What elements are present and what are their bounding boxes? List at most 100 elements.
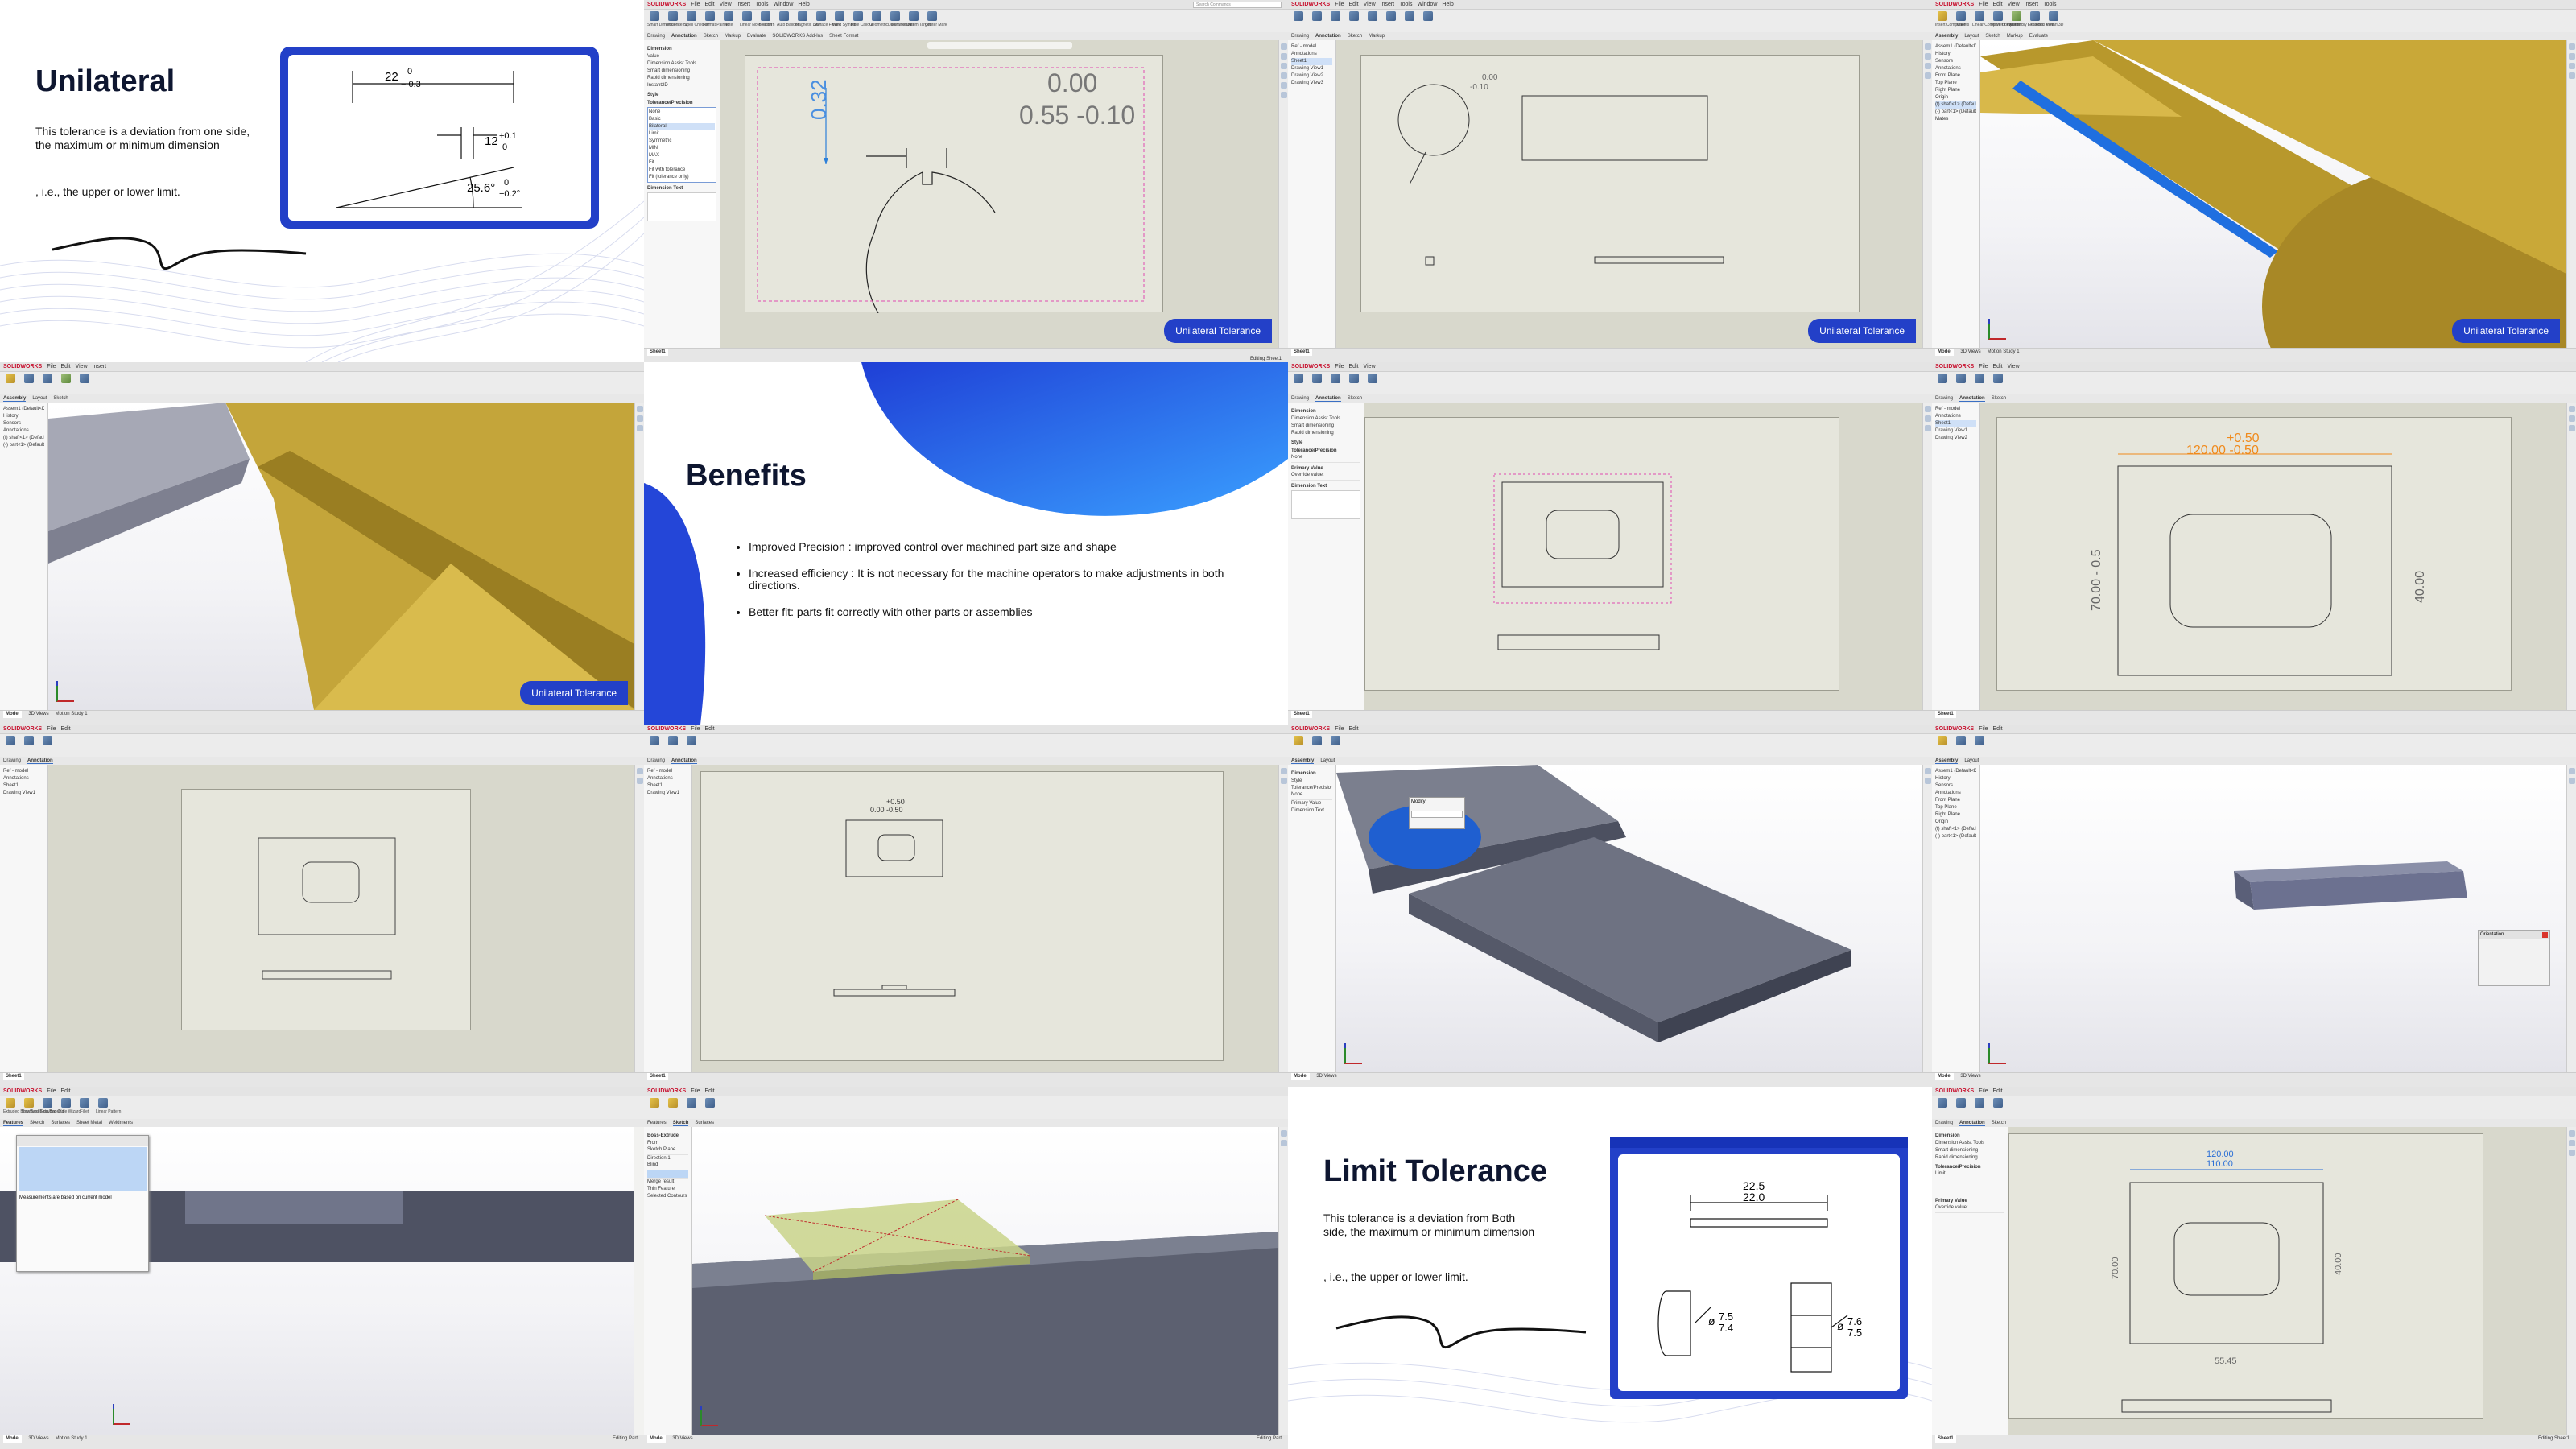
pm-smart-dimensioning[interactable]: Smart dimensioning — [1291, 423, 1360, 430]
menu-tools[interactable]: Tools — [755, 2, 768, 7]
revolved-boss-button[interactable]: Revolved Boss/Base — [22, 1098, 59, 1116]
mate-button[interactable]: Mate — [1954, 11, 1968, 29]
menu-view[interactable]: View — [2008, 364, 2020, 369]
dimension-text-box[interactable] — [1291, 490, 1360, 519]
task-pane[interactable] — [2566, 402, 2576, 710]
tab-sketch[interactable]: Sketch — [1992, 396, 2006, 401]
note-button[interactable] — [1328, 374, 1343, 391]
menu-file[interactable]: File — [47, 1088, 56, 1094]
3d-views-tab[interactable]: 3D Views — [1316, 1073, 1336, 1080]
3d-views-tab[interactable]: 3D Views — [1960, 1073, 1980, 1080]
measure-dialog[interactable]: Measurements are based on current model — [16, 1135, 149, 1272]
end-condition-select[interactable]: Blind — [647, 1162, 688, 1170]
search-commands-input[interactable]: Search Commands — [1193, 2, 1282, 8]
menu-insert[interactable]: Insert — [1381, 2, 1395, 7]
model-tab[interactable]: Model — [1935, 1073, 1955, 1080]
extruded-cut-button[interactable]: Extruded Cut — [40, 1098, 64, 1116]
tree-item[interactable]: Right Plane — [1935, 811, 1976, 819]
menu-edit[interactable]: Edit — [1993, 364, 2003, 369]
tree-item[interactable]: Sheet1 — [1291, 58, 1332, 65]
fillet-button[interactable] — [703, 1098, 717, 1116]
tree-item[interactable]: (-) part<1> (Default<<Default>_Pho — [1935, 109, 1976, 116]
drawing-canvas[interactable]: 0.00 -0.10 Unilateral Tolerance — [1336, 40, 1922, 348]
menu-help[interactable]: Help — [798, 2, 809, 7]
pm-smart-dimensioning[interactable]: Smart dimensioning — [647, 68, 716, 75]
menu-edit[interactable]: Edit — [1349, 2, 1359, 7]
tree-item[interactable]: Assem1 (Default<Display State-1>) — [1935, 43, 1976, 51]
modify-value-input[interactable] — [1411, 811, 1463, 818]
tab-annotation[interactable]: Annotation — [671, 758, 697, 764]
tree-item[interactable]: (-) part<1> (Default<<Default>_Pho — [1935, 833, 1976, 840]
menu-tools[interactable]: Tools — [1399, 2, 1412, 7]
merge-result-checkbox[interactable]: Merge result — [647, 1179, 688, 1186]
menu-file[interactable]: File — [47, 726, 56, 732]
tab-addins[interactable]: SOLIDWORKS Add-Ins — [772, 34, 823, 39]
tab-sketch[interactable]: Sketch — [672, 1121, 689, 1126]
menu-edit[interactable]: Edit — [705, 2, 715, 7]
tab-annotation[interactable]: Annotation — [671, 34, 697, 39]
tab-drawing[interactable]: Drawing — [647, 34, 665, 39]
orientation-dialog[interactable]: Orientation — [2478, 930, 2550, 986]
model-items-button[interactable] — [666, 736, 680, 753]
insert-components-button[interactable] — [3, 374, 18, 391]
tree-item[interactable]: Sensors — [3, 420, 44, 427]
dimension-text-box[interactable] — [647, 192, 716, 221]
tab-assembly[interactable]: Assembly — [1291, 758, 1315, 764]
override-value-checkbox[interactable]: Override value: — [1935, 1205, 2004, 1213]
tree-item[interactable]: (-) part<1> (Default<<Default>_Pho — [3, 442, 44, 449]
tree-item[interactable]: Drawing View1 — [3, 790, 44, 797]
pm-rapid-dimensioning[interactable]: Rapid dimensioning — [1291, 430, 1360, 437]
drawing-canvas[interactable]: +0.50 120.00 -0.50 70.00 - 0.5 40.00 — [1980, 402, 2566, 710]
tab-layout[interactable]: Layout — [32, 396, 47, 401]
tree-item[interactable]: Drawing View1 — [647, 790, 688, 797]
tab-sketch[interactable]: Sketch — [53, 396, 68, 401]
tab-markup[interactable]: Markup — [2007, 34, 2023, 39]
menu-window[interactable]: Window — [1417, 2, 1437, 7]
balloon-button[interactable] — [1347, 11, 1361, 29]
tree-item[interactable]: Annotations — [1935, 413, 1976, 420]
task-pane[interactable] — [1278, 765, 1288, 1072]
linear-note-pattern-button[interactable]: Linear Note Pattern — [740, 11, 774, 29]
drawing-canvas[interactable]: +0.50 0.00 -0.50 — [692, 765, 1278, 1072]
menu-file[interactable]: File — [691, 1088, 700, 1094]
menu-file[interactable]: File — [1335, 364, 1344, 369]
menu-tools[interactable]: Tools — [2043, 2, 2056, 7]
tree-item[interactable]: (f) shaft<1> (Default<<Default>_Ph — [3, 435, 44, 442]
drawing-canvas[interactable]: 0.32 0.00 0.55 -0.10 Unilateral Toleranc… — [720, 40, 1278, 348]
tree-item[interactable]: Sheet1 — [1935, 420, 1976, 427]
tab-sketch[interactable]: Sketch — [1992, 1121, 2006, 1125]
tree-item[interactable]: Drawing View2 — [1291, 72, 1332, 80]
smart-dimension-button[interactable] — [3, 736, 18, 753]
drawing-canvas[interactable] — [1364, 402, 1922, 710]
tab-drawing[interactable]: Drawing — [1935, 396, 1953, 401]
tab-assembly[interactable]: Assembly — [1935, 758, 1959, 764]
3d-views-tab[interactable]: 3D Views — [28, 711, 48, 718]
tree-item[interactable]: Drawing View1 — [1935, 427, 1976, 435]
override-value-checkbox[interactable]: Override value: — [1291, 473, 1360, 481]
tree-item[interactable]: History — [3, 413, 44, 420]
tolerance-type-select[interactable]: Limit — [1935, 1171, 2004, 1179]
task-pane[interactable] — [634, 402, 644, 710]
format-painter-button[interactable]: Format Painter — [703, 11, 729, 29]
3d-views-tab[interactable]: 3D Views — [1960, 349, 1980, 356]
smart-dimension-button[interactable] — [1291, 374, 1306, 391]
tab-surfaces[interactable]: Surfaces — [51, 1121, 70, 1125]
revolved-boss-button[interactable] — [666, 1098, 680, 1116]
menu-file[interactable]: File — [1979, 364, 1988, 369]
tree-item[interactable]: Sheet1 — [3, 782, 44, 790]
tree-item[interactable]: History — [1935, 775, 1976, 782]
menu-edit[interactable]: Edit — [705, 1088, 715, 1094]
insert-components-button[interactable] — [1291, 736, 1306, 753]
3d-views-tab[interactable]: 3D Views — [672, 1435, 692, 1443]
tab-features[interactable]: Features — [3, 1121, 24, 1126]
depth-input[interactable] — [647, 1170, 688, 1179]
smart-dimension-button[interactable]: Smart Dimension — [647, 11, 678, 29]
assembly-features-button[interactable]: Assembly Features — [2009, 11, 2044, 29]
model-items-button[interactable]: Model Items — [666, 11, 687, 29]
tree-item[interactable]: Assem1 (Default<Display State-1>) — [3, 406, 44, 413]
tab-weldments[interactable]: Weldments — [109, 1121, 133, 1125]
model-items-button[interactable] — [1310, 11, 1324, 29]
model-tab[interactable]: Model — [647, 1435, 667, 1443]
note-button[interactable] — [1328, 11, 1343, 29]
sheet-tab[interactable]: Sheet1 — [647, 1073, 668, 1080]
